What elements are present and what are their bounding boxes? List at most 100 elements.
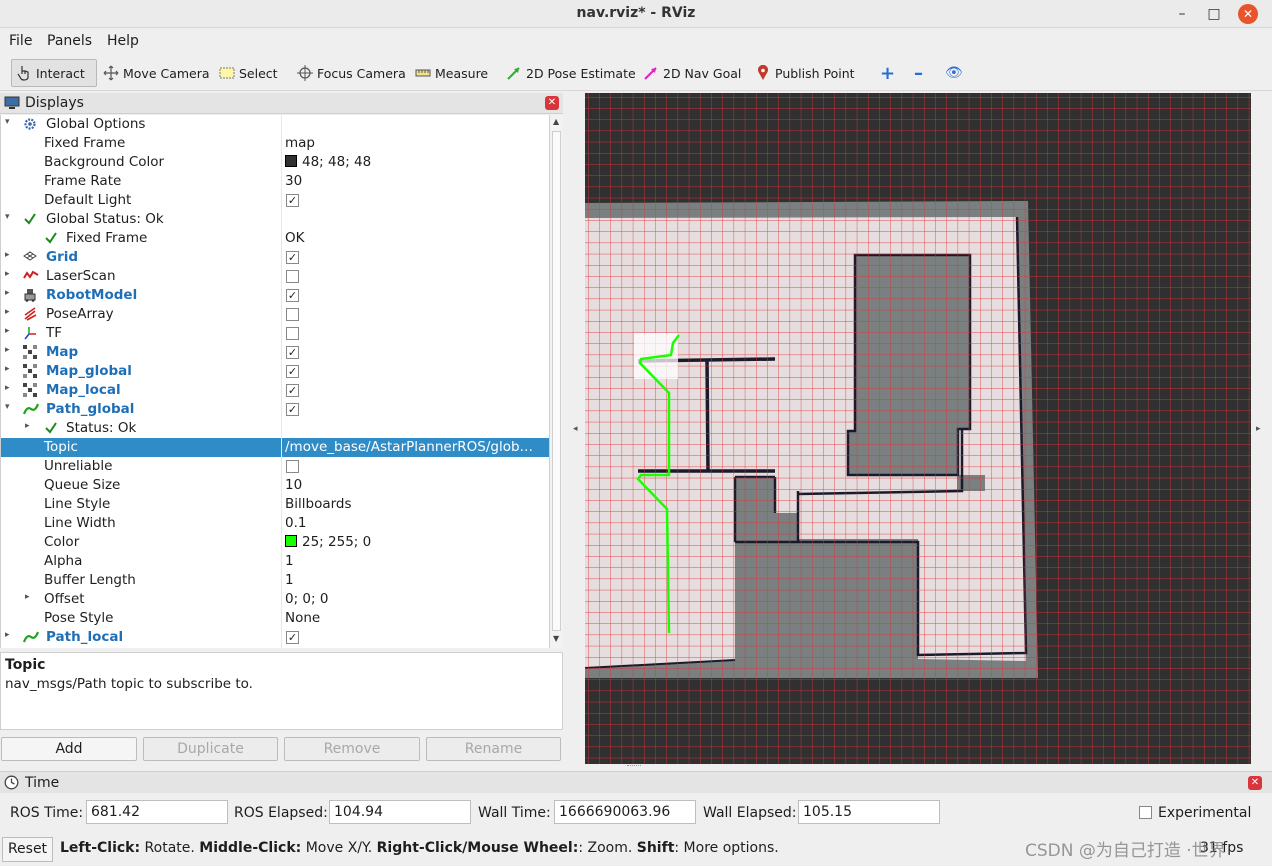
display-row[interactable]: Pose Style None [1,609,549,628]
render-viewport[interactable] [585,93,1251,764]
collapse-arrow-icon[interactable]: ▾ [5,117,15,127]
expand-arrow-icon[interactable]: ▸ [25,421,35,431]
experimental-checkbox[interactable] [1139,806,1152,819]
display-row-checkbox[interactable] [286,308,299,321]
map-render[interactable] [585,93,1251,764]
display-row-value[interactable]: 0; 0; 0 [285,591,328,607]
display-row[interactable]: Frame Rate 30 [1,172,549,191]
display-row[interactable]: Color 25; 255; 0 [1,533,549,552]
display-row[interactable]: Queue Size 10 [1,476,549,495]
expand-arrow-icon[interactable]: ▸ [5,250,15,260]
menu-panels[interactable]: Panels [47,33,92,49]
add-tool-button[interactable]: + [876,59,899,87]
display-row-value[interactable]: 10 [285,477,302,493]
display-row[interactable]: ▸ RobotModel ✓ [1,286,549,305]
display-row-value[interactable]: 25; 255; 0 [285,534,371,550]
menu-file[interactable]: File [9,33,32,49]
display-row[interactable]: ▾ Global Status: Ok [1,210,549,229]
duplicate-button[interactable]: Duplicate [143,737,278,761]
display-row-value[interactable]: 30 [285,173,302,189]
display-row-value[interactable]: 48; 48; 48 [285,154,371,170]
display-row[interactable]: ▸ Grid ✓ [1,248,549,267]
display-row[interactable]: Unreliable [1,457,549,476]
move-camera-tool-button[interactable]: Move Camera [99,59,214,87]
display-row-checkbox[interactable]: ✓ [286,403,299,416]
expand-arrow-icon[interactable]: ▸ [5,364,15,374]
display-row[interactable]: Background Color 48; 48; 48 [1,153,549,172]
pose-estimate-tool-button[interactable]: 2D Pose Estimate [502,59,640,87]
expand-arrow-icon[interactable]: ▸ [5,345,15,355]
ros-elapsed-field[interactable]: 104.94 [329,800,471,824]
rename-button[interactable]: Rename [426,737,561,761]
remove-tool-button[interactable]: – [910,59,927,87]
collapse-arrow-icon[interactable]: ▾ [5,212,15,222]
display-row[interactable]: Fixed Frame OK [1,229,549,248]
display-row[interactable]: ▸ Map_local ✓ [1,381,549,400]
display-row-checkbox[interactable]: ✓ [286,346,299,359]
display-row[interactable]: ▸ TF [1,324,549,343]
display-row[interactable]: Alpha 1 [1,552,549,571]
display-row[interactable]: Default Light ✓ [1,191,549,210]
publish-point-tool-button[interactable]: Publish Point [751,59,859,87]
select-tool-button[interactable]: Select [215,59,282,87]
remove-button[interactable]: Remove [284,737,420,761]
display-row[interactable]: ▸ Path_local ✓ [1,628,549,647]
display-row[interactable]: Buffer Length 1 [1,571,549,590]
expand-arrow-icon[interactable]: ▸ [5,383,15,393]
expand-arrow-icon[interactable]: ▸ [5,307,15,317]
display-row[interactable]: ▸ Map ✓ [1,343,549,362]
display-row[interactable]: Line Width 0.1 [1,514,549,533]
display-row-checkbox[interactable]: ✓ [286,365,299,378]
expand-arrow-icon[interactable]: ▸ [25,592,35,602]
menu-help[interactable]: Help [107,33,139,49]
wall-time-field[interactable]: 1666690063.96 [554,800,696,824]
display-row-value[interactable]: /move_base/AstarPlannerROS/glob… [285,439,533,455]
display-row[interactable]: Topic/move_base/AstarPlannerROS/glob… [1,438,549,457]
display-row-checkbox[interactable] [286,460,299,473]
add-button[interactable]: Add [1,737,137,761]
nav-goal-tool-button[interactable]: 2D Nav Goal [639,59,745,87]
display-row-value[interactable]: OK [285,230,304,246]
display-row-checkbox[interactable]: ✓ [286,631,299,644]
maximize-button[interactable]: □ [1204,4,1224,24]
display-row-value[interactable]: map [285,135,315,151]
viewport-resize-handle[interactable] [627,765,641,768]
expand-arrow-icon[interactable]: ▸ [5,288,15,298]
display-row-checkbox[interactable]: ✓ [286,194,299,207]
display-row[interactable]: ▾ Global Options [1,115,549,134]
display-row[interactable]: ▸ Offset 0; 0; 0 [1,590,549,609]
close-panel-icon[interactable]: ✕ [545,96,559,110]
tree-scrollbar[interactable]: ▲ ▼ [549,115,563,648]
expand-arrow-icon[interactable]: ▸ [5,326,15,336]
focus-camera-tool-button[interactable]: Focus Camera [293,59,410,87]
close-time-panel-icon[interactable]: ✕ [1248,776,1262,790]
close-window-button[interactable]: ✕ [1238,4,1258,24]
minimize-button[interactable]: – [1172,4,1192,24]
display-row[interactable]: ▸ PoseArray [1,305,549,324]
collapse-arrow-icon[interactable]: ▾ [5,402,15,412]
display-row-value[interactable]: None [285,610,320,626]
display-row-checkbox[interactable]: ✓ [286,289,299,302]
view-tool-button[interactable]: 👁 [941,59,967,87]
display-row-checkbox[interactable]: ✓ [286,384,299,397]
reset-button[interactable]: Reset [2,837,53,862]
interact-tool-button[interactable]: Interact [11,59,97,87]
display-row[interactable]: Fixed Frame map [1,134,549,153]
display-row[interactable]: ▸ Status: Ok [1,419,549,438]
display-row-checkbox[interactable] [286,270,299,283]
display-row-checkbox[interactable]: ✓ [286,251,299,264]
scroll-thumb[interactable] [552,131,561,631]
wall-elapsed-field[interactable]: 105.15 [798,800,940,824]
display-row[interactable]: ▾ Path_global ✓ [1,400,549,419]
displays-tree[interactable]: ▾ Global Options Fixed Frame map Background … [0,115,549,648]
collapse-right-icon[interactable]: ▸ [1256,424,1261,434]
scroll-down-icon[interactable]: ▼ [553,634,559,643]
display-row-value[interactable]: 1 [285,572,294,588]
scroll-up-icon[interactable]: ▲ [553,117,559,126]
display-row-value[interactable]: Billboards [285,496,352,512]
expand-arrow-icon[interactable]: ▸ [5,269,15,279]
ros-time-field[interactable]: 681.42 [86,800,228,824]
expand-arrow-icon[interactable]: ▸ [5,630,15,640]
display-row-value[interactable]: 0.1 [285,515,306,531]
collapse-left-icon[interactable]: ◂ [573,424,578,434]
